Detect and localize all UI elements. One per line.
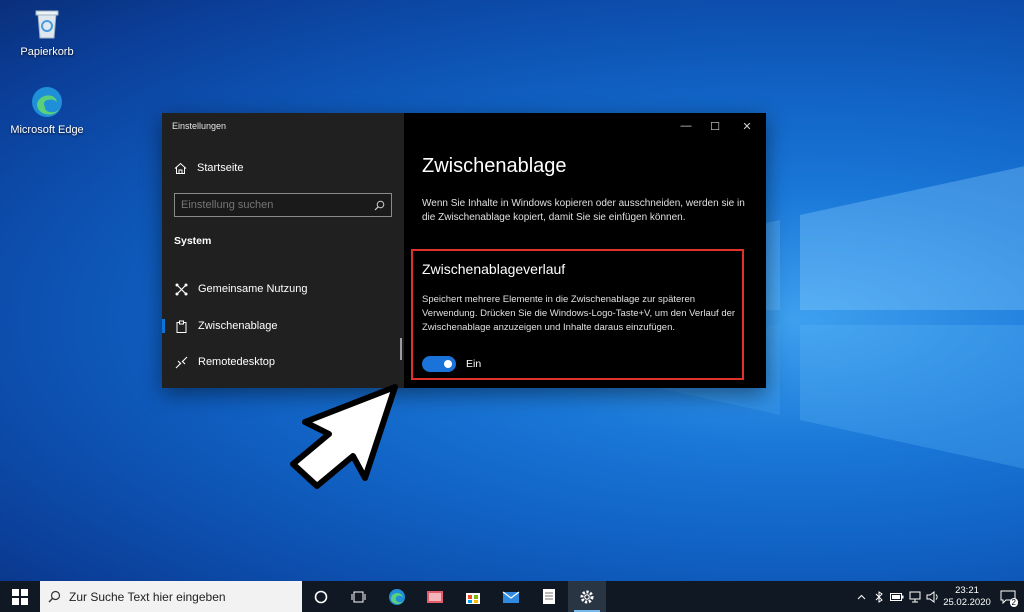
close-button[interactable]: ✕ [732, 117, 762, 135]
taskbar: Zur Suche Text hier eingeben 23:21 25.02… [0, 581, 1024, 612]
maximize-button[interactable]: ☐ [700, 117, 730, 135]
shared-experiences-icon [175, 283, 187, 295]
settings-search[interactable] [174, 193, 392, 217]
search-icon [48, 590, 61, 603]
settings-window: Einstellungen Startseite System [162, 113, 766, 388]
clock-date: 25.02.2020 [943, 596, 991, 608]
search-input[interactable] [181, 199, 374, 211]
sidebar-item-label: Zwischenablage [198, 320, 278, 332]
taskbar-store[interactable] [454, 581, 492, 612]
notification-count-badge: 2 [1009, 598, 1018, 607]
taskbar-cortana[interactable] [302, 581, 340, 612]
volume-icon [926, 590, 938, 603]
sidebar-item-label: Gemeinsame Nutzung [198, 283, 308, 295]
tray-volume[interactable] [924, 581, 942, 612]
mail-icon [502, 591, 520, 603]
clipboard-history-title: Zwischenablageverlauf [422, 261, 566, 277]
edge-icon [389, 588, 405, 605]
tray-network[interactable] [906, 581, 924, 612]
window-title: Einstellungen [172, 121, 227, 131]
desktop-icon-label: Papierkorb [20, 46, 74, 58]
network-icon [909, 591, 921, 602]
store-icon [466, 592, 480, 604]
page-description: Wenn Sie Inhalte in Windows kopieren ode… [422, 198, 745, 223]
sidebar-item-label: Startseite [197, 162, 244, 174]
bluetooth-icon [875, 590, 883, 603]
pointer-arrow-icon [290, 384, 398, 489]
taskbar-edge[interactable] [378, 581, 416, 612]
battery-icon [890, 592, 904, 601]
notepad-icon [543, 589, 555, 604]
clock-time: 23:21 [955, 584, 979, 596]
sidebar-item-label: Remotedesktop [198, 356, 276, 368]
tray-battery[interactable] [888, 581, 906, 612]
sidebar-item-remote-desktop[interactable]: Remotedesktop [162, 347, 404, 377]
show-hidden-icons[interactable] [852, 581, 870, 612]
taskbar-mail[interactable] [492, 581, 530, 612]
clipboard-history-description: Speichert mehrere Elemente in die Zwisch… [422, 294, 736, 333]
system-tray: 23:21 25.02.2020 2 [852, 581, 1024, 612]
toggle-knob [444, 360, 452, 368]
clipboard-icon [176, 320, 186, 333]
desktop-icon-edge[interactable]: Microsoft Edge [7, 84, 87, 136]
sidebar-item-clipboard[interactable]: Zwischenablage [162, 311, 404, 341]
task-view-icon [351, 591, 366, 602]
settings-content: — ☐ ✕ Zwischenablage Wenn Sie Inhalte in… [404, 113, 766, 388]
windows-start-icon [12, 588, 28, 605]
remote-desktop-icon [175, 356, 187, 368]
sidebar-item-shared-experiences[interactable]: Gemeinsame Nutzung [162, 274, 404, 304]
desktop-icon-label: Microsoft Edge [10, 124, 84, 136]
search-icon [374, 200, 385, 210]
cortana-icon [314, 590, 328, 603]
sidebar-item-home[interactable]: Startseite [174, 159, 243, 177]
taskbar-settings[interactable] [568, 581, 606, 612]
start-button[interactable] [0, 581, 40, 612]
edge-icon [32, 87, 62, 117]
recycle-bin-icon [35, 10, 59, 39]
desktop-icon-recycle-bin[interactable]: Papierkorb [7, 6, 87, 58]
taskbar-photos[interactable] [416, 581, 454, 612]
sidebar-scrollbar[interactable] [400, 338, 402, 360]
taskbar-task-view[interactable] [340, 581, 378, 612]
home-icon [174, 162, 187, 174]
taskbar-notepad[interactable] [530, 581, 568, 612]
tray-bluetooth[interactable] [870, 581, 888, 612]
desktop: Papierkorb Microsoft Edge Einstellungen … [0, 0, 1024, 581]
section-title: System [174, 235, 212, 247]
taskbar-search-placeholder: Zur Suche Text hier eingeben [69, 589, 226, 604]
taskbar-search[interactable]: Zur Suche Text hier eingeben [40, 581, 302, 612]
settings-sidebar: Einstellungen Startseite System [162, 113, 404, 388]
settings-icon [580, 590, 594, 603]
action-center-button[interactable]: 2 [992, 581, 1024, 612]
toggle-state-label: Ein [466, 358, 482, 370]
photos-icon [427, 590, 443, 603]
page-title: Zwischenablage [422, 155, 567, 177]
minimize-button[interactable]: — [671, 117, 701, 135]
chevron-up-icon [857, 594, 865, 599]
clipboard-history-toggle[interactable] [422, 356, 456, 372]
taskbar-clock[interactable]: 23:21 25.02.2020 [942, 585, 992, 609]
